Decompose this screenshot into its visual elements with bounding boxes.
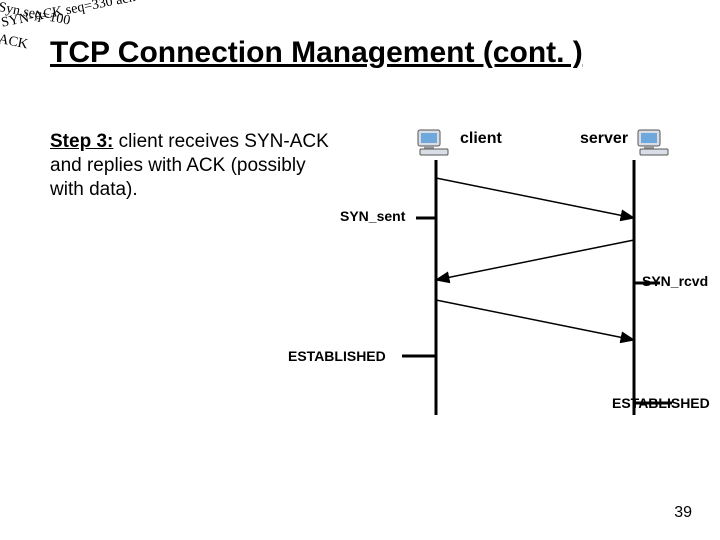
step-label: Step 3: [50, 131, 113, 152]
established-left-label: ESTABLISHED [288, 348, 386, 364]
msg1-arrow [436, 178, 634, 218]
slide: TCP Connection Management (cont. ) Step … [0, 0, 720, 540]
syn-rcvd-label: SYN_rcvd [642, 273, 708, 289]
step-description: Step 3: client receives SYN-ACK and repl… [50, 130, 340, 201]
msg2-arrow [436, 240, 634, 280]
established-right-label: ESTABLISHED [612, 395, 710, 411]
page-number: 39 [674, 504, 692, 522]
syn-sent-label: SYN_sent [340, 208, 405, 224]
msg3-arrow [436, 300, 634, 340]
